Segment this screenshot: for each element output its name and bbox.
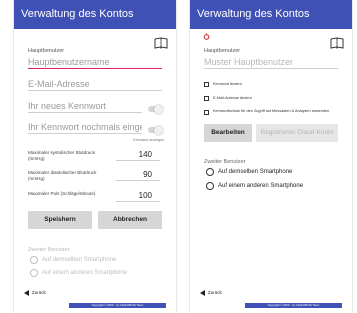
back-arrow-icon <box>200 290 205 296</box>
back-label: Zurück <box>208 290 222 296</box>
limit-value[interactable]: 100 <box>139 191 152 200</box>
change-password-label: Kennwort ändern <box>213 82 242 86</box>
app-bar-title: Verwaltung des Kontos <box>21 8 134 20</box>
book-icon[interactable] <box>154 37 168 49</box>
main-user-label: Hauptbenutzer <box>28 48 65 54</box>
app-bar: Verwaltung des Kontos <box>190 0 352 29</box>
new-password-toggle[interactable] <box>148 104 163 114</box>
cancel-button[interactable]: Abbrechen <box>98 211 162 229</box>
back-label: Zurück <box>32 290 46 296</box>
save-button[interactable]: Speishern <box>28 211 92 229</box>
limit-underline <box>116 160 160 161</box>
limit-value[interactable]: 90 <box>143 170 152 179</box>
radio-same-phone-label: Auf demselben Smartphone <box>42 257 117 263</box>
main-user-value: Muster Hauptbenutzer <box>204 57 338 69</box>
app-logo-icon <box>203 33 210 40</box>
edit-account-screen: Verwaltung des Kontos Hauptbenutzer Haup… <box>14 0 176 313</box>
footer: Copyright © 2020 · by GIGA DRIVE Team <box>245 303 342 308</box>
radio-other-phone[interactable] <box>30 269 38 277</box>
app-bar-title: Verwaltung des Kontos <box>197 8 310 20</box>
radio-same-phone-label: Auf demselben Smartphone <box>218 169 293 175</box>
radio-other-phone-label: Auf einem anderen Smartphone <box>218 183 304 189</box>
main-user-label: Hauptbenutzer <box>204 48 241 54</box>
change-email-label: E-Mail-Adresse ändern <box>213 96 252 100</box>
radio-other-phone-label: Auf einem anderen Smartphone <box>42 270 128 276</box>
change-email-checkbox[interactable] <box>204 96 209 101</box>
back-arrow-icon <box>24 290 29 296</box>
footer: Copyright © 2020 · by GIGA DRIVE Team <box>69 303 166 308</box>
book-icon[interactable] <box>330 37 344 49</box>
password-protection-checkbox[interactable] <box>204 110 209 115</box>
second-user-label: Zweiter Benutzer <box>28 247 70 253</box>
back-button[interactable]: Zurück <box>200 290 222 296</box>
limit-row: Maximaler Puls (Schläge/Minute) 100 <box>28 191 162 205</box>
limit-underline <box>116 180 160 181</box>
view-account-screen: Verwaltung des Kontos Hauptbenutzer Must… <box>190 0 352 313</box>
new-password-input[interactable]: Ihr neues Kennwort <box>28 101 142 113</box>
register-cloud-button[interactable]: Registrieren Cloud-Konto <box>256 124 338 142</box>
email-input[interactable]: E-Mail-Adresse <box>28 79 162 91</box>
limit-label: Maximaler diastolischer Blutdruck (mmHg) <box>28 170 97 181</box>
limit-row: Maximaler systolischer Blutdruck (mmHg) … <box>28 150 162 164</box>
back-button[interactable]: Zurück <box>24 290 46 296</box>
password-protection-label: Kennwortschutz für den Zugriff auf Messd… <box>213 109 330 113</box>
show-password-label: Kennwort anzeigen <box>133 138 164 142</box>
limit-underline <box>116 201 160 202</box>
change-password-checkbox[interactable] <box>204 82 209 87</box>
repeat-password-input[interactable]: Ihr Kennwort nochmals eingeb <box>28 122 142 134</box>
limit-label: Maximaler Puls (Schläge/Minute) <box>28 191 96 196</box>
limit-label: Maximaler systolischer Blutdruck (mmHg) <box>28 150 95 161</box>
main-user-input[interactable]: Hauptbenutzername <box>28 57 162 69</box>
radio-other-phone[interactable] <box>206 182 214 190</box>
limit-row: Maximaler diastolischer Blutdruck (mmHg)… <box>28 170 162 184</box>
radio-same-phone[interactable] <box>30 256 38 264</box>
limit-value[interactable]: 140 <box>139 150 152 159</box>
app-bar: Verwaltung des Kontos <box>14 0 176 29</box>
show-password-toggle[interactable] <box>148 125 163 135</box>
edit-button[interactable]: Bearbeiten <box>204 124 252 142</box>
radio-same-phone[interactable] <box>206 168 214 176</box>
second-user-label: Zweiter Benutzer <box>204 159 246 165</box>
